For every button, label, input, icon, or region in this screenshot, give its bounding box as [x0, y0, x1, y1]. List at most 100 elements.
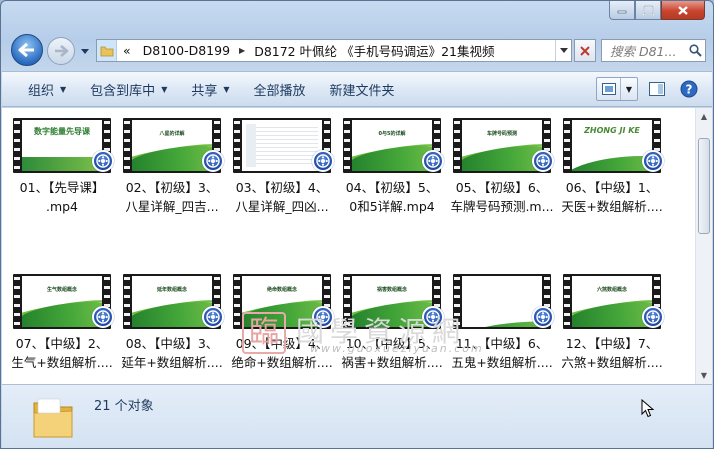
file-name-line: 02、【初级】3、 [125, 180, 219, 195]
include-in-library-menu[interactable]: 包含到库中 ▼ [78, 76, 179, 102]
search-placeholder: 搜索 D81... [610, 44, 677, 59]
film-strip [454, 274, 460, 329]
thumbnail-wave [132, 296, 212, 327]
thumbnail-frame: 延年数组概念 [132, 276, 212, 327]
file-name-line: 延年+数组解析.... [121, 355, 223, 370]
file-item[interactable]: 生气数组概念 07、【中级】2、 生气+数组解析.... [10, 264, 114, 384]
close-icon [580, 45, 590, 56]
file-item[interactable]: 数字能量先导课 01、【先导课】 .mp4 [10, 108, 114, 248]
breadcrumb-item[interactable]: D8172 叶佩纶 《手机号码调运》21集视频 [248, 40, 500, 61]
minimize-button[interactable] [609, 1, 635, 20]
thumbnail-frame: 车牌号码预测 [462, 120, 542, 171]
svg-text:?: ? [686, 83, 693, 97]
thumbnail-title: ZHONG JI KE [584, 126, 640, 135]
film-strip [124, 274, 130, 329]
item-count: 21 个对象 [94, 399, 154, 414]
mouse-cursor-icon [641, 399, 655, 418]
toolbar-right: ▼ ? [596, 77, 702, 101]
media-player-icon [532, 150, 554, 172]
file-name: 01、【先导课】 .mp4 [8, 178, 116, 216]
refresh-button[interactable] [574, 39, 596, 62]
address-bar[interactable]: « D8100-D8199 ▶ D8172 叶佩纶 《手机号码调运》21集视频 [96, 39, 572, 62]
arrow-right-icon [55, 45, 69, 57]
thumbnail-wave [352, 140, 432, 171]
file-name: 09、【中级】4、 绝命+数组解析.... [228, 334, 336, 372]
preview-pane-icon [649, 82, 665, 96]
thumbnail-frame: 数字能量先导课 [22, 120, 102, 171]
play-all-button[interactable]: 全部播放 [242, 76, 318, 102]
share-menu[interactable]: 共享 ▼ [179, 76, 241, 102]
file-item[interactable]: 八星的详解 02、【初级】3、 八星详解_四吉... [120, 108, 224, 248]
explorer-window: « D8100-D8199 ▶ D8172 叶佩纶 《手机号码调运》21集视频 … [0, 0, 714, 449]
thumbnail-frame: ZHONG JI KE [572, 120, 652, 171]
scrollbar-thumb[interactable] [698, 138, 710, 234]
thumbnail-title: 延年数组概念 [156, 287, 187, 293]
organize-menu[interactable]: 组织 ▼ [16, 76, 78, 102]
scroll-up-icon[interactable]: ▲ [696, 108, 712, 125]
file-list[interactable]: 数字能量先导课 01、【先导课】 .mp4 八星的详解 02、【初级】3、 八星详解_四吉… [2, 108, 695, 384]
file-name-line: 天医+数组解析.... [561, 199, 663, 214]
back-button[interactable] [11, 34, 43, 66]
file-name-line: 04、【初级】5、 [345, 180, 439, 195]
search-input[interactable]: 搜索 D81... [601, 39, 706, 62]
thumbnail-frame: 0与5的详解 [352, 120, 432, 171]
scroll-down-icon[interactable]: ▼ [696, 367, 712, 384]
arrow-left-icon [18, 42, 34, 58]
file-item[interactable]: ZHONG JI KE 06、【中级】1、 天医+数组解析.... [560, 108, 664, 248]
film-strip [234, 274, 240, 329]
close-button[interactable] [661, 1, 705, 20]
folder-icon [97, 40, 117, 61]
media-player-icon [312, 150, 334, 172]
new-folder-button[interactable]: 新建文件夹 [318, 76, 407, 102]
breadcrumb-overflow[interactable]: « [117, 40, 137, 61]
file-name-line: 05、【初级】6、 [455, 180, 549, 195]
thumbnail-wave [572, 150, 652, 171]
recent-pages-dropdown[interactable] [80, 46, 90, 56]
file-item[interactable]: 祸害数组概念 10、【中级】5、 祸害+数组解析.... [340, 264, 444, 384]
file-name-line: 10、【中级】5、 [345, 336, 439, 351]
file-item[interactable]: 六煞数组概念 12、【中级】7、 六煞+数组解析.... [560, 264, 664, 384]
file-name-line: 12、【中级】7、 [565, 336, 659, 351]
file-name: 02、【初级】3、 八星详解_四吉... [118, 178, 226, 216]
thumbnail-title: 0与5的详解 [378, 131, 406, 137]
help-button[interactable]: ? [676, 77, 702, 101]
file-item[interactable]: 车牌号码预测 05、【初级】6、 车牌号码预测.m... [450, 108, 554, 248]
file-name: 03、【初级】4、 八星详解_四凶... [228, 178, 336, 216]
thumbnail-frame: 祸害数组概念 [352, 276, 432, 327]
breadcrumb-item[interactable]: D8100-D8199 [137, 40, 236, 61]
file-name-line: 01、【先导课】 [19, 180, 105, 195]
chevron-down-icon: ▼ [161, 84, 168, 94]
maximize-button[interactable] [635, 1, 661, 20]
chevron-down-icon: ▼ [60, 84, 67, 94]
file-name: 07、【中级】2、 生气+数组解析.... [8, 334, 116, 372]
include-library-label: 包含到库中 [90, 83, 156, 99]
thumbnail-sidebar [246, 124, 256, 167]
forward-button[interactable] [47, 37, 75, 65]
file-name-line: 六煞+数组解析.... [561, 355, 663, 370]
breadcrumb-separator-icon[interactable]: ▶ [236, 46, 248, 55]
thumbnail-title: 绝命数组概念 [266, 287, 297, 293]
file-name: 08、【中级】3、 延年+数组解析.... [118, 334, 226, 372]
file-name-line: 绝命+数组解析.... [231, 355, 333, 370]
chevron-down-icon[interactable]: ▼ [621, 85, 637, 94]
file-item[interactable]: 延年数组概念 08、【中级】3、 延年+数组解析.... [120, 264, 224, 384]
chevron-down-icon [559, 48, 568, 53]
file-name-line: 03、【初级】4、 [235, 180, 329, 195]
maximize-icon [642, 5, 654, 15]
preview-pane-button[interactable] [644, 77, 670, 101]
film-strip [344, 118, 350, 173]
file-item[interactable]: 绝命数组概念 09、【中级】4、 绝命+数组解析.... [230, 264, 334, 384]
caption-buttons [609, 1, 705, 22]
vertical-scrollbar[interactable]: ▲ ▼ [695, 108, 712, 384]
search-icon[interactable] [685, 44, 705, 57]
file-item[interactable]: 03、【初级】4、 八星详解_四凶... [230, 108, 334, 248]
thumbnail-wave [242, 296, 322, 327]
media-player-icon [532, 306, 554, 328]
thumbnail-wave [22, 296, 102, 327]
file-item[interactable]: 0与5的详解 04、【初级】5、 0和5详解.mp4 [340, 108, 444, 248]
file-item[interactable]: 11、【中级】6、 五鬼+数组解析.... [450, 264, 554, 384]
share-label: 共享 [191, 83, 218, 99]
organize-label: 组织 [28, 83, 55, 99]
address-dropdown[interactable] [555, 40, 571, 61]
change-view-button[interactable]: ▼ [596, 77, 638, 101]
